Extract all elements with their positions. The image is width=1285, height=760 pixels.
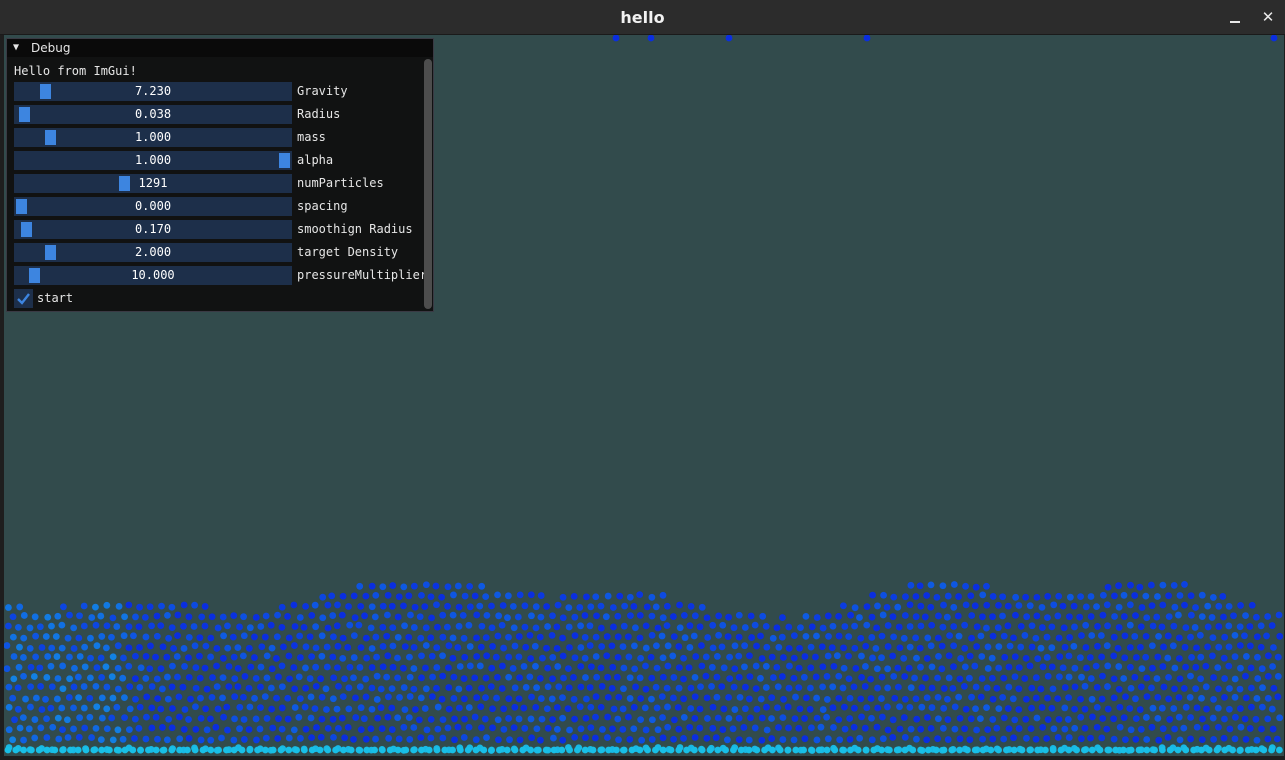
debug-window[interactable]: ▼ Debug Hello from ImGui! 7.230 Gravity 0.… — [6, 38, 434, 312]
slider-value: 2.000 — [134, 245, 172, 259]
slider-value: 0.170 — [134, 222, 172, 236]
window-title: hello — [620, 8, 665, 27]
slider-label: target Density — [297, 245, 399, 259]
slider-label: Gravity — [297, 84, 348, 98]
slider-label: mass — [297, 130, 326, 144]
slider-value: 0.038 — [134, 107, 172, 121]
slider-track[interactable]: 10.000 — [14, 266, 292, 285]
slider-track[interactable]: 0.038 — [14, 105, 292, 124]
slider-track[interactable]: 0.170 — [14, 220, 292, 239]
slider-value: 1.000 — [134, 130, 172, 144]
debug-window-title: Debug — [31, 41, 71, 55]
slider-track[interactable]: 1.000 — [14, 128, 292, 147]
close-button[interactable]: ✕ — [1257, 7, 1279, 27]
debug-window-header[interactable]: ▼ Debug — [7, 39, 433, 57]
slider-track[interactable]: 1291 — [14, 174, 292, 193]
slider-value: 1291 — [138, 176, 168, 190]
slider-label: alpha — [297, 153, 334, 167]
slider-label: Radius — [297, 107, 341, 121]
slider-label: smoothign Radius — [297, 222, 413, 236]
slider-label: pressureMultiplier — [297, 268, 428, 282]
slider-track[interactable]: 7.230 — [14, 82, 292, 101]
debug-scrollbar[interactable] — [424, 59, 432, 309]
slider-track[interactable]: 0.000 — [14, 197, 292, 216]
start-checkbox[interactable] — [14, 289, 33, 308]
minimize-icon — [1230, 21, 1240, 23]
start-label: start — [37, 291, 74, 305]
collapse-triangle-icon[interactable]: ▼ — [13, 39, 19, 57]
close-icon: ✕ — [1261, 8, 1275, 26]
slider-track[interactable]: 2.000 — [14, 243, 292, 262]
checkmark-icon — [17, 293, 30, 305]
slider-value: 7.230 — [134, 84, 172, 98]
hello-text: Hello from ImGui! — [14, 64, 137, 78]
slider-value: 0.000 — [134, 199, 172, 213]
minimize-button[interactable] — [1225, 7, 1247, 27]
slider-value: 1.000 — [134, 153, 172, 167]
slider-track[interactable]: 1.000 — [14, 151, 292, 170]
slider-value: 10.000 — [131, 268, 175, 282]
slider-label: spacing — [297, 199, 348, 213]
window-title-bar[interactable]: hello ✕ — [0, 0, 1285, 35]
slider-label: numParticles — [297, 176, 384, 190]
